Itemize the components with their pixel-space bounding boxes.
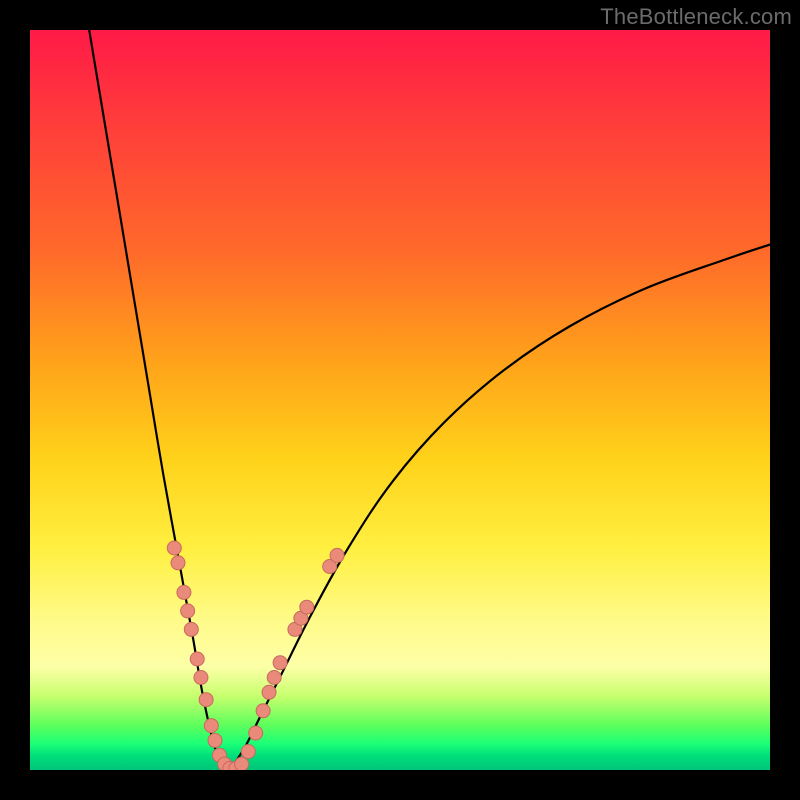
data-marker [177, 585, 191, 599]
data-marker [241, 745, 255, 759]
data-marker [194, 671, 208, 685]
data-marker [294, 611, 308, 625]
data-marker [208, 733, 222, 747]
data-marker [212, 748, 226, 762]
plot-area [30, 30, 770, 770]
data-marker [229, 762, 243, 770]
data-marker [167, 541, 181, 555]
data-marker [223, 762, 237, 770]
data-marker [249, 726, 263, 740]
data-marker [300, 600, 314, 614]
data-marker [288, 622, 302, 636]
data-marker [184, 622, 198, 636]
data-marker [181, 604, 195, 618]
curve-bottleneck-curve-right [230, 245, 770, 770]
curve-group [89, 30, 770, 770]
data-marker [171, 556, 185, 570]
data-marker [190, 652, 204, 666]
data-marker [218, 757, 232, 770]
data-marker [273, 656, 287, 670]
data-marker [204, 719, 218, 733]
chart-stage: TheBottleneck.com [0, 0, 800, 800]
data-marker [262, 685, 276, 699]
data-marker [330, 548, 344, 562]
data-marker [256, 704, 270, 718]
data-marker [199, 693, 213, 707]
watermark-text: TheBottleneck.com [600, 4, 792, 30]
data-marker [235, 757, 249, 770]
data-marker [267, 671, 281, 685]
curve-bottleneck-curve-left [89, 30, 230, 770]
data-marker [323, 560, 337, 574]
curve-layer [30, 30, 770, 770]
marker-group [167, 541, 344, 770]
